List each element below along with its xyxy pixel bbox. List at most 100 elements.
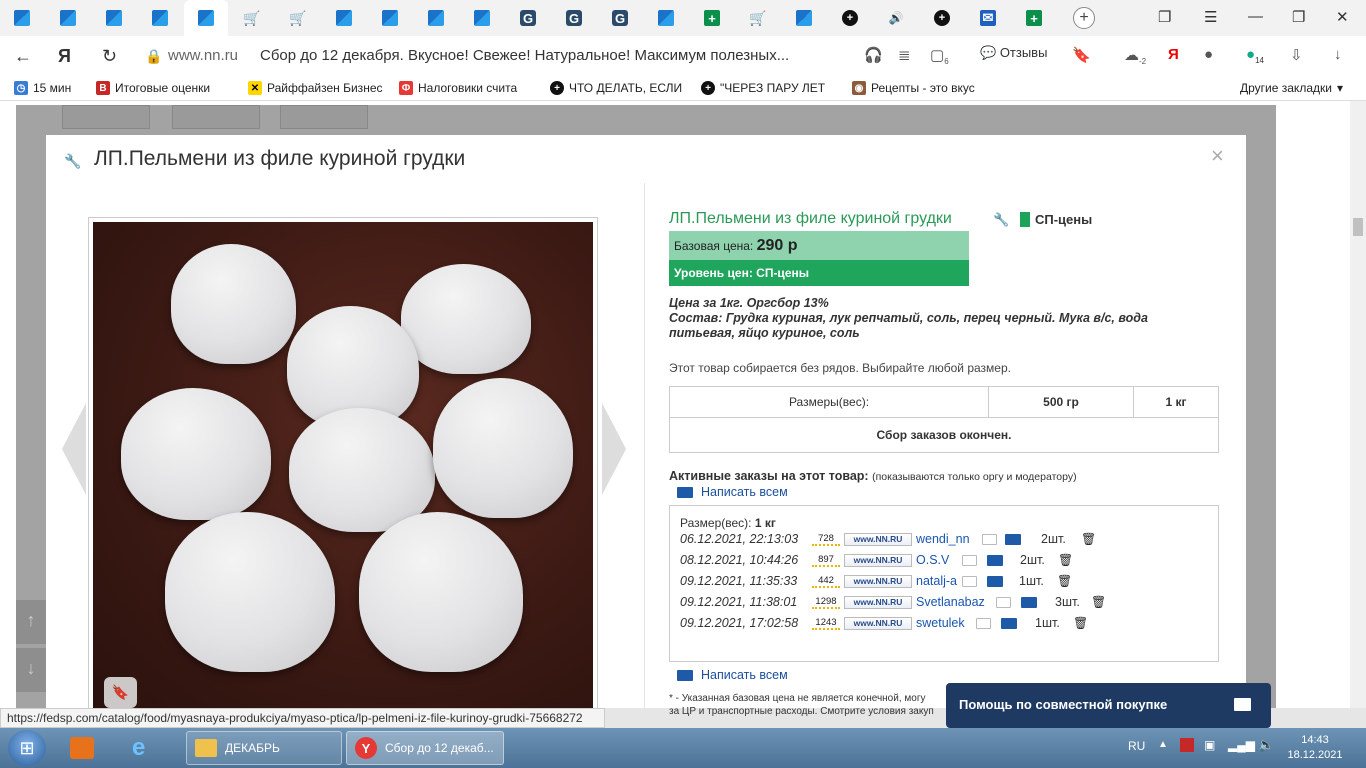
close-window-icon[interactable]: ✕ — [1336, 8, 1349, 26]
new-tab-button[interactable]: + — [1073, 7, 1095, 29]
language-indicator[interactable]: RU — [1128, 739, 1145, 753]
mail-extension-icon[interactable]: ●14 — [1246, 46, 1264, 65]
product-photo[interactable] — [93, 222, 593, 708]
cloud-icon[interactable]: ☁-2 — [1124, 46, 1146, 66]
browser-tab[interactable]: 🛒 — [230, 4, 274, 32]
browser-tab[interactable]: + — [920, 4, 964, 32]
browser-tab[interactable]: ✉ — [966, 4, 1010, 32]
modal-close-button[interactable]: × — [1211, 143, 1224, 169]
headphones-icon[interactable]: 🎧 — [864, 46, 883, 64]
reader-icon[interactable]: ≣ — [898, 46, 911, 64]
download-arrow-icon[interactable]: ↓ — [1334, 46, 1342, 63]
browser-tab[interactable] — [460, 4, 504, 32]
bookmark-item[interactable]: + ЧТО ДЕЛАТЬ, ЕСЛИ — [550, 81, 685, 95]
browser-tab[interactable] — [92, 4, 136, 32]
volume-icon[interactable]: 🔈 — [1258, 737, 1274, 753]
signal-icon[interactable]: ▂▄▆ — [1228, 738, 1255, 752]
minimize-icon[interactable]: — — [1248, 8, 1263, 25]
bookmark-item[interactable]: ◉ Рецепты - это вкус — [852, 81, 987, 95]
bookmark-item[interactable]: ✕ Райффайзен Бизнес — [248, 81, 383, 95]
order-user[interactable]: Svetlanabaz — [916, 595, 996, 609]
downloads-icon[interactable]: ⇩ — [1290, 46, 1303, 64]
browser-tab[interactable] — [138, 4, 182, 32]
bookmark-item[interactable]: Ф Налоговики счита — [399, 81, 534, 95]
wrench-icon[interactable]: 🔧 — [64, 153, 81, 170]
order-user[interactable]: natalj-a — [916, 574, 962, 588]
image-bookmark-icon[interactable]: 🔖 — [104, 677, 137, 708]
trash-icon[interactable]: 🗑 — [1091, 595, 1106, 609]
product-title[interactable]: ЛП.Пельмени из филе куриной грудки — [669, 210, 952, 228]
restore-icon[interactable]: ❐ — [1292, 8, 1305, 26]
help-popup[interactable]: Помощь по совместной покупке — [946, 683, 1271, 728]
browser-tab[interactable]: + — [690, 4, 734, 32]
tab-counter-icon[interactable]: ▢6 — [930, 46, 949, 66]
clock[interactable]: 14:43 18.12.2021 — [1285, 733, 1345, 763]
yandex-icon[interactable]: Я — [58, 46, 71, 67]
gallery-thumbnail[interactable] — [280, 105, 368, 129]
tray-expand-icon[interactable]: ▲ — [1158, 739, 1168, 750]
envelope-icon[interactable] — [987, 554, 1003, 566]
envelope-icon[interactable] — [1021, 596, 1037, 608]
browser-tab[interactable]: G — [598, 4, 642, 32]
order-user[interactable]: wendi_nn — [916, 532, 982, 546]
browser-tab[interactable]: + — [828, 4, 872, 32]
next-image-arrow-icon[interactable] — [602, 403, 626, 495]
scroll-down-icon[interactable]: ↓ — [16, 648, 46, 692]
taskbar-browser[interactable]: Y Сбор до 12 декаб... — [346, 731, 504, 765]
envelope-icon[interactable] — [1005, 533, 1021, 545]
browser-tab[interactable] — [46, 4, 90, 32]
other-bookmarks[interactable]: Другие закладки ▾ — [1240, 81, 1352, 95]
browser-tab[interactable]: G — [506, 4, 550, 32]
browser-tab[interactable]: 🛒 — [736, 4, 780, 32]
wrench-icon[interactable]: 🔧 — [993, 212, 1009, 228]
browser-tab[interactable] — [414, 4, 458, 32]
bookmark-item[interactable]: ◷ 15 мин — [14, 81, 84, 95]
browser-tab[interactable] — [322, 4, 366, 32]
scroll-up-icon[interactable]: ↑ — [16, 600, 46, 644]
browser-tab[interactable] — [782, 4, 826, 32]
bookmark-item[interactable]: B Итоговые оценки — [96, 81, 231, 95]
size-option[interactable]: 500 гр — [989, 387, 1134, 418]
start-button[interactable]: ⊞ — [8, 730, 46, 766]
browser-tab[interactable] — [644, 4, 688, 32]
tabs-menu-icon[interactable]: ❐ — [1158, 8, 1171, 26]
taskbar-media-player[interactable] — [62, 731, 110, 765]
size-option[interactable]: 1 кг — [1134, 387, 1218, 418]
envelope-icon[interactable] — [1001, 617, 1017, 629]
write-all-link[interactable]: Написать всем — [677, 485, 788, 499]
bookmark-add-icon[interactable]: 🔖 — [1072, 46, 1091, 64]
browser-tab[interactable]: + — [1012, 4, 1056, 32]
envelope-icon[interactable] — [987, 575, 1003, 587]
mail-outline-icon[interactable] — [962, 554, 977, 566]
prev-image-arrow-icon[interactable] — [62, 403, 86, 495]
browser-tab[interactable]: 🔊 — [874, 4, 918, 32]
scrollbar-thumb[interactable] — [1353, 218, 1363, 236]
mail-outline-icon[interactable] — [976, 617, 991, 629]
reviews-button[interactable]: 💬 Отзывы — [980, 45, 1047, 61]
write-all-link[interactable]: Написать всем — [677, 668, 788, 682]
tray-app-icon[interactable] — [1180, 738, 1194, 752]
gallery-thumbnail[interactable] — [172, 105, 260, 129]
url-page-title[interactable]: Сбор до 12 декабря. Вкусное! Свежее! Нат… — [260, 47, 789, 64]
taskbar-ie[interactable]: e — [124, 731, 172, 765]
extension-icon[interactable]: ● — [1204, 46, 1213, 63]
browser-tab[interactable]: G — [552, 4, 596, 32]
tray-network-icon[interactable]: ▣ — [1204, 738, 1215, 752]
browser-tab[interactable] — [368, 4, 412, 32]
page-scrollbar[interactable] — [1350, 101, 1366, 708]
back-icon[interactable]: ← — [14, 46, 32, 67]
bookmark-item[interactable]: + "ЧЕРЕЗ ПАРУ ЛЕТ — [701, 81, 836, 95]
lock-icon[interactable]: 🔒 — [145, 48, 162, 65]
url-host[interactable]: www.nn.ru — [168, 47, 238, 64]
yandex-red-icon[interactable]: Я — [1168, 46, 1179, 63]
mail-outline-icon[interactable] — [996, 596, 1011, 608]
browser-tab[interactable] — [0, 4, 44, 32]
reload-icon[interactable]: ↻ — [102, 46, 117, 67]
order-user[interactable]: O.S.V — [916, 553, 962, 567]
mail-outline-icon[interactable] — [982, 533, 997, 545]
browser-tab[interactable]: 🛒 — [276, 4, 320, 32]
trash-icon[interactable]: 🗑 — [1057, 574, 1072, 588]
mail-outline-icon[interactable] — [962, 575, 977, 587]
gallery-thumbnail[interactable] — [62, 105, 150, 129]
order-user[interactable]: swetulek — [916, 616, 976, 630]
